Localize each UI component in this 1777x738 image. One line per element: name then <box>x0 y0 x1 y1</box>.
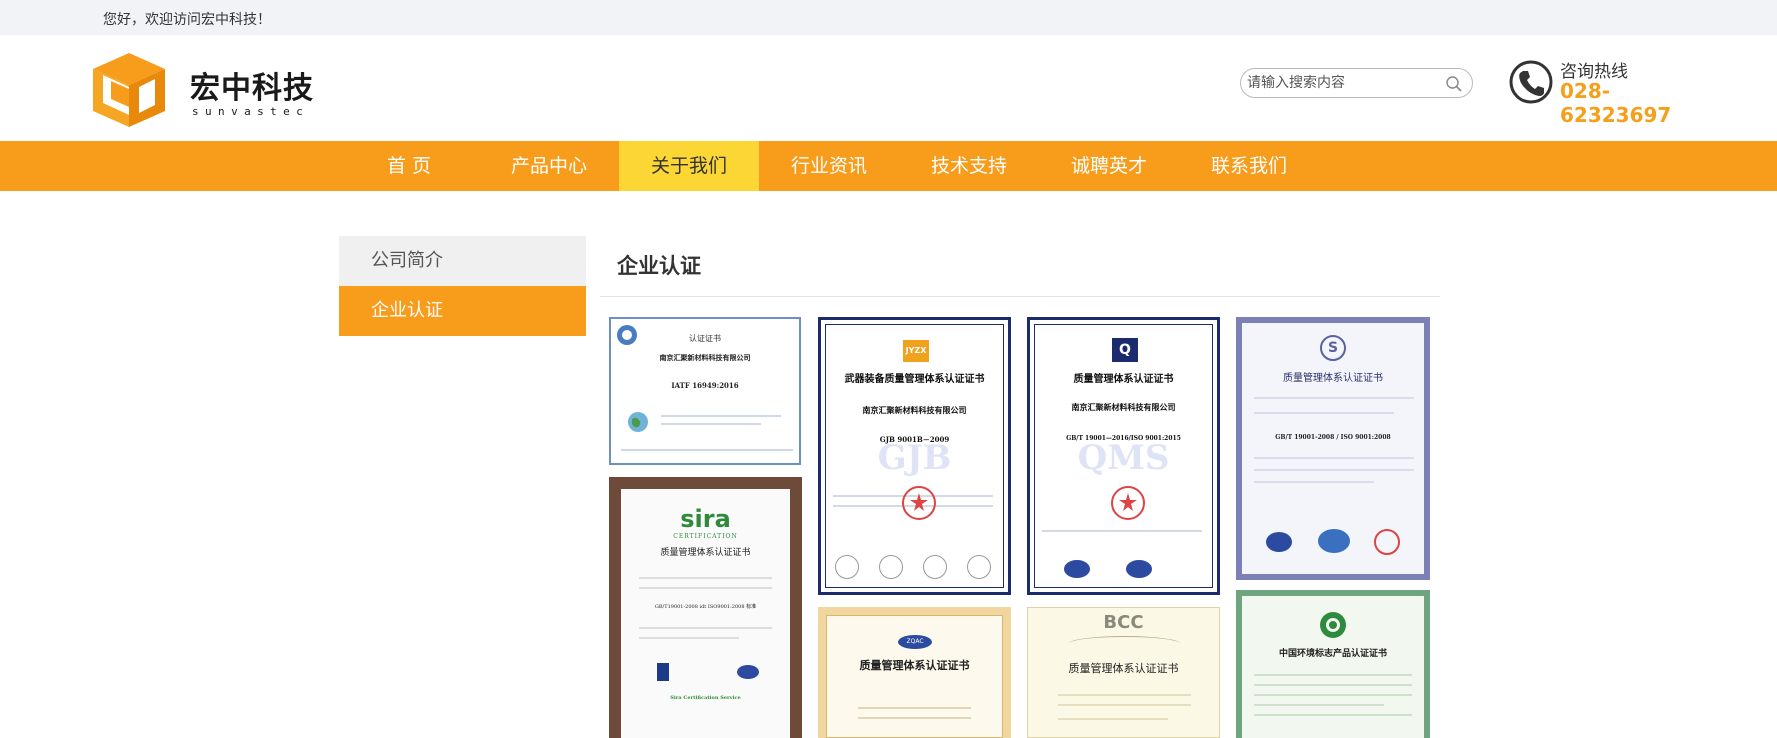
certificate-zqac[interactable]: ZQAC 质量管理体系认证证书 <box>818 607 1011 738</box>
cert-text-line <box>1254 714 1412 716</box>
certificate-gjb[interactable]: JYZX 武器装备质量管理体系认证证书 南京汇聚新材料科技有限公司 GJB 90… <box>818 317 1011 595</box>
cert-heading: 质量管理体系认证证书 <box>1068 662 1179 675</box>
cert-text-line <box>1254 674 1412 676</box>
cert-standard: GB/T19001-2008 idt ISO9001:2008 标准 <box>654 604 757 610</box>
logo-icon <box>93 53 165 127</box>
nav-home[interactable]: 首 页 <box>339 141 479 191</box>
certificate-iso9001-2015[interactable]: Q 质量管理体系认证证书 南京汇聚新材料科技有限公司 GB/T 19001—20… <box>1027 317 1220 595</box>
cert-text-line <box>1058 718 1168 720</box>
logo-subtitle: sunvastec <box>192 105 310 118</box>
cert-text-line <box>1254 481 1374 483</box>
cert-text-line <box>1042 530 1202 532</box>
cert-circle <box>879 555 903 579</box>
sira-brand-sub: CERTIFICATION <box>673 533 738 540</box>
cert-text-line <box>1254 694 1412 696</box>
hotline: 咨询热线 028-62323697 <box>1508 55 1708 127</box>
iaf-logo-icon <box>1064 560 1090 578</box>
ukas-logo-icon <box>657 663 669 681</box>
cert-text-line <box>1254 684 1412 686</box>
cert-text-line <box>858 707 971 709</box>
cert-heading: 质量管理体系认证证书 <box>859 659 970 672</box>
cert-circle <box>923 555 947 579</box>
page-title: 企业认证 <box>617 254 701 278</box>
cert-text-line <box>621 449 793 451</box>
cert-heading: 质量管理体系认证证书 <box>660 548 751 558</box>
nav-support[interactable]: 技术支持 <box>899 141 1039 191</box>
title-divider <box>600 296 1440 297</box>
certificate-environmental-label[interactable]: 中国环境标志产品认证证书 <box>1236 590 1430 738</box>
cert-company: 南京汇聚新材料科技有限公司 <box>1071 402 1176 412</box>
logo-name: 宏中科技 <box>190 71 314 106</box>
cnas-logo-icon <box>1266 532 1292 552</box>
certificate-bcc[interactable]: BCC 质量管理体系认证证书 <box>1027 607 1220 738</box>
hotline-number[interactable]: 028-62323697 <box>1560 79 1708 127</box>
cert-heading: 认证证书 <box>689 334 721 343</box>
cert-text-line <box>1254 397 1414 399</box>
cert-heading: 中国环境标志产品认证证书 <box>1278 649 1387 659</box>
cert-circle <box>835 555 859 579</box>
sira-brand: sira <box>680 505 731 533</box>
cert-text-line <box>1058 704 1191 706</box>
red-seal-icon <box>1374 529 1400 555</box>
red-seal-icon <box>902 486 936 520</box>
search-icon[interactable] <box>1445 75 1463 93</box>
cert-standard: IATF 16949:2016 <box>671 381 739 390</box>
header: 宏中科技 sunvastec 咨询热线 028-62323697 <box>0 35 1777 141</box>
search-input[interactable] <box>1247 72 1437 94</box>
nav-about[interactable]: 关于我们 <box>619 141 759 191</box>
cert-text-line <box>639 577 772 579</box>
cnas-logo-icon <box>1126 560 1152 578</box>
cert-text-line <box>639 637 739 639</box>
cert-company: 南京汇聚新材料科技有限公司 <box>862 405 967 415</box>
nav-careers[interactable]: 诚聘英才 <box>1039 141 1179 191</box>
nav-news[interactable]: 行业资讯 <box>759 141 899 191</box>
cert-text-line <box>1254 469 1414 471</box>
cert-heading: 质量管理体系认证证书 <box>1073 374 1174 385</box>
sidebar: 公司简介 企业认证 <box>339 236 586 336</box>
cert-heading: 武器装备质量管理体系认证证书 <box>844 374 985 385</box>
cert-badge: S <box>1320 335 1346 361</box>
welcome-text: 您好，欢迎访问宏中科技！ <box>103 12 271 28</box>
red-seal-icon <box>1111 486 1145 520</box>
cert-heading: 质量管理体系认证证书 <box>1283 373 1383 384</box>
cert-text-line <box>1254 457 1414 459</box>
main-nav: 首 页 产品中心 关于我们 行业资讯 技术支持 诚聘英才 联系我们 <box>0 141 1777 191</box>
cert-text-line <box>661 423 761 425</box>
cert-text-line <box>639 587 772 589</box>
bcc-brand: BCC <box>1103 612 1144 633</box>
nav-products[interactable]: 产品中心 <box>479 141 619 191</box>
globe-icon <box>628 412 648 432</box>
cert-paper <box>826 615 1003 738</box>
certificate-iso9001-2008[interactable]: S 质量管理体系认证证书 GB/T 19001-2008 / ISO 9001:… <box>1236 317 1430 580</box>
certificate-sira[interactable]: sira CERTIFICATION 质量管理体系认证证书 GB/T19001-… <box>609 477 802 738</box>
cert-ornament <box>1068 636 1181 652</box>
cert-text-line <box>661 415 781 417</box>
cert-badge: JYZX <box>903 340 929 362</box>
watermark-text: GJB <box>877 438 952 478</box>
cert-footer: Sira Certification Service <box>670 695 741 701</box>
sidebar-item-certification[interactable]: 企业认证 <box>339 286 586 336</box>
cert-badge: ZQAC <box>898 635 932 649</box>
phone-icon <box>1509 60 1553 104</box>
sidebar-item-company-intro[interactable]: 公司简介 <box>339 236 586 286</box>
watermark-text: QMS <box>1077 438 1170 478</box>
iaf-logo-icon <box>1318 529 1350 553</box>
iaf-logo-icon <box>737 665 759 679</box>
cert-badge: Q <box>1112 338 1138 362</box>
cert-text-line <box>639 627 772 629</box>
cert-circle <box>967 555 991 579</box>
cert-text-line <box>858 717 971 719</box>
logo[interactable]: 宏中科技 sunvastec <box>89 49 349 131</box>
environment-label-icon <box>1320 612 1346 638</box>
cert-text-line <box>1254 412 1394 414</box>
top-bar: 您好，欢迎访问宏中科技！ <box>0 0 1777 35</box>
search-box[interactable] <box>1240 68 1473 98</box>
nav-contact[interactable]: 联系我们 <box>1179 141 1319 191</box>
cert-text-line <box>1254 704 1384 706</box>
cert-standard: GB/T 19001-2008 / ISO 9001:2008 <box>1275 434 1391 441</box>
cert-company: 南京汇聚新材料科技有限公司 <box>659 353 751 362</box>
certificate-iatf[interactable]: 认证证书 南京汇聚新材料科技有限公司 IATF 16949:2016 <box>609 317 801 465</box>
cert-text-line <box>1058 694 1191 696</box>
